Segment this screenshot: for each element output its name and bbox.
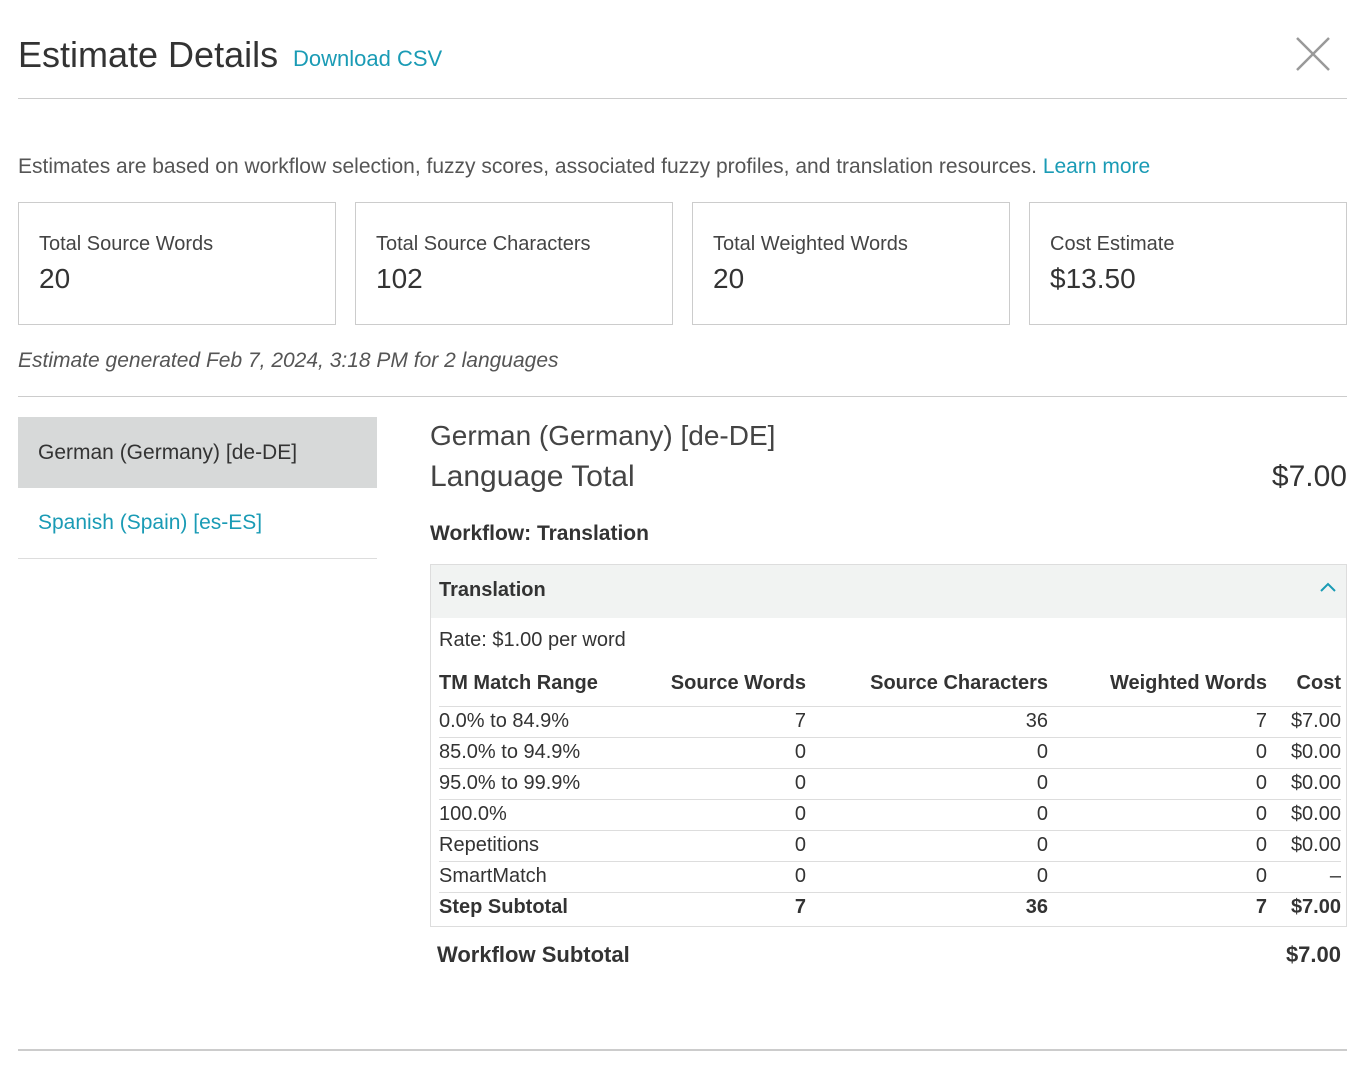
cost-cell: – — [1267, 861, 1341, 893]
weighted-words-cell: 0 — [1048, 768, 1267, 800]
rate-text: Rate: $1.00 per word — [439, 629, 626, 651]
column-header: Weighted Words — [1048, 662, 1267, 707]
language-total-value: $7.00 — [1271, 460, 1347, 493]
summary-card-total-source-characters: Total Source Characters 102 — [355, 202, 673, 325]
source-characters-cell: 0 — [806, 861, 1048, 893]
cost-cell: $0.00 — [1267, 830, 1341, 862]
table-row: 0.0% to 84.9% 7 36 7 $7.00 — [439, 706, 1341, 738]
card-value: $13.50 — [1050, 263, 1136, 294]
weighted-words-cell: 7 — [1048, 706, 1267, 738]
range-cell: 95.0% to 99.9% — [439, 768, 639, 800]
table-header-row: TM Match Range Source Words Source Chara… — [439, 662, 1341, 707]
cost-cell: $0.00 — [1267, 768, 1341, 800]
source-words-cell: 7 — [794, 896, 806, 919]
weighted-words-cell: 0 — [1048, 799, 1267, 831]
cost-cell: $0.00 — [1267, 799, 1341, 831]
close-icon[interactable] — [1293, 34, 1333, 74]
translation-panel-header[interactable]: Translation — [431, 565, 1346, 618]
source-words-cell: 0 — [639, 799, 806, 831]
summary-card-cost-estimate: Cost Estimate $13.50 — [1029, 202, 1347, 325]
learn-more-link[interactable]: Learn more — [1043, 155, 1150, 178]
cost-cell: $7.00 — [1290, 896, 1341, 919]
cost-cell: $7.00 — [1267, 706, 1341, 738]
source-words-cell: 0 — [639, 861, 806, 893]
card-label: Total Weighted Words — [713, 233, 908, 255]
weighted-words-cell: 0 — [1048, 737, 1267, 769]
source-characters-cell: 36 — [1025, 896, 1048, 919]
dialog-header: Estimate Details Download CSV — [18, 30, 1347, 99]
section-divider — [18, 396, 1347, 397]
table-row: Repetitions 0 0 0 $0.00 — [439, 830, 1341, 862]
language-sidebar: German (Germany) [de-DE] Spanish (Spain)… — [18, 417, 377, 559]
column-header: Source Characters — [806, 662, 1048, 707]
card-value: 20 — [713, 263, 745, 294]
weighted-words-cell: 0 — [1048, 830, 1267, 862]
download-csv-link[interactable]: Download CSV — [293, 46, 442, 72]
chevron-up-icon[interactable] — [1318, 577, 1338, 597]
description-text: Estimates are based on workflow selectio… — [18, 155, 1037, 178]
source-words-cell: 0 — [639, 830, 806, 862]
table-row: 85.0% to 94.9% 0 0 0 $0.00 — [439, 737, 1341, 769]
range-cell: 0.0% to 84.9% — [439, 706, 639, 738]
table-row-step-subtotal: Step Subtotal 7 36 7 $7.00 — [439, 892, 1341, 923]
source-characters-cell: 0 — [806, 737, 1048, 769]
source-characters-cell: 0 — [806, 799, 1048, 831]
tm-match-table: TM Match Range Source Words Source Chara… — [439, 662, 1341, 923]
column-header: Source Words — [639, 662, 806, 707]
range-cell: 85.0% to 94.9% — [439, 737, 639, 769]
summary-card-total-source-words: Total Source Words 20 — [18, 202, 336, 325]
workflow-subtotal-label: Workflow Subtotal — [437, 942, 630, 967]
source-words-cell: 0 — [639, 737, 806, 769]
table-row: 100.0% 0 0 0 $0.00 — [439, 799, 1341, 831]
language-name: German (Germany) [de-DE] — [430, 420, 776, 451]
range-cell: Step Subtotal — [439, 896, 568, 919]
source-characters-cell: 36 — [806, 706, 1048, 738]
range-cell: 100.0% — [439, 799, 639, 831]
weighted-words-cell: 7 — [1255, 896, 1267, 919]
estimate-generated-text: Estimate generated Feb 7, 2024, 3:18 PM … — [18, 349, 559, 372]
card-value: 20 — [39, 263, 71, 294]
summary-cards: Total Source Words 20 Total Source Chara… — [18, 202, 1347, 325]
card-label: Total Source Characters — [376, 233, 591, 255]
range-cell: Repetitions — [439, 830, 639, 862]
card-value: 102 — [376, 263, 423, 294]
translation-panel: Translation Rate: $1.00 per word TM Matc… — [430, 564, 1347, 927]
source-words-cell: 7 — [639, 706, 806, 738]
cost-cell: $0.00 — [1267, 737, 1341, 769]
column-header: TM Match Range — [439, 662, 639, 707]
summary-card-total-weighted-words: Total Weighted Words 20 — [692, 202, 1010, 325]
footer-divider — [18, 1049, 1347, 1051]
estimate-description: Estimates are based on workflow selectio… — [18, 155, 1150, 179]
table-row: SmartMatch 0 0 0 – — [439, 861, 1341, 893]
source-characters-cell: 0 — [806, 768, 1048, 800]
column-header: Cost — [1267, 662, 1341, 707]
language-total-label: Language Total — [430, 460, 635, 493]
source-words-cell: 0 — [639, 768, 806, 800]
range-cell: SmartMatch — [439, 861, 639, 893]
sidebar-item-de-de[interactable]: German (Germany) [de-DE] — [18, 417, 377, 488]
source-characters-cell: 0 — [806, 830, 1048, 862]
card-label: Total Source Words — [39, 233, 214, 255]
table-row: 95.0% to 99.9% 0 0 0 $0.00 — [439, 768, 1341, 800]
card-label: Cost Estimate — [1050, 233, 1175, 255]
workflow-subtotal-value: $7.00 — [1285, 942, 1341, 967]
sidebar-item-es-es[interactable]: Spanish (Spain) [es-ES] — [18, 488, 377, 559]
workflow-title: Workflow: Translation — [430, 522, 649, 545]
dialog-title: Estimate Details — [18, 34, 279, 75]
panel-title: Translation — [439, 579, 546, 601]
weighted-words-cell: 0 — [1048, 861, 1267, 893]
